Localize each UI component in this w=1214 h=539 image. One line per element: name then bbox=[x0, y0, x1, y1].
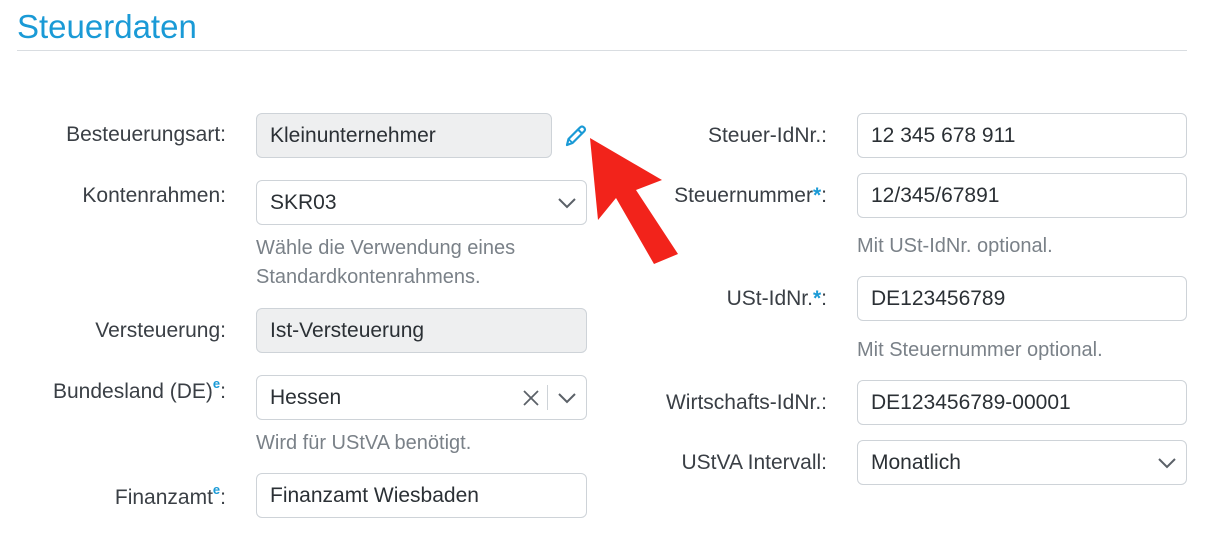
steuernummer-hint: Mit USt-IdNr. optional. bbox=[857, 235, 1053, 257]
ust-idnr-input[interactable]: DE123456789 bbox=[857, 276, 1187, 321]
label-kontenrahmen: Kontenrahmen: bbox=[82, 184, 226, 207]
label-wirtschafts-idnr: Wirtschafts-IdNr.: bbox=[665, 391, 827, 414]
ust-idnr-hint: Mit Steuernummer optional. bbox=[857, 339, 1103, 361]
label-colon: : bbox=[821, 287, 827, 310]
label-colon: : bbox=[220, 486, 226, 509]
wirtschafts-idnr-input[interactable]: DE123456789-00001 bbox=[857, 380, 1187, 425]
label-versteuerung: Versteuerung: bbox=[95, 319, 226, 342]
bundesland-hint: Wird für UStVA benötigt. bbox=[256, 432, 472, 454]
kontenrahmen-select[interactable]: SKR03 bbox=[256, 180, 587, 225]
label-bundesland-text: Bundesland (DE) bbox=[53, 380, 213, 403]
ustva-intervall-select[interactable]: Monatlich bbox=[857, 440, 1187, 485]
kontenrahmen-value: SKR03 bbox=[270, 191, 337, 214]
elster-marker: e bbox=[212, 482, 221, 497]
title-divider bbox=[17, 50, 1187, 51]
red-arrow-annotation bbox=[590, 138, 690, 268]
label-ustva-intervall: UStVA Intervall: bbox=[681, 451, 827, 474]
elster-marker: e bbox=[212, 376, 221, 391]
required-marker: * bbox=[812, 287, 822, 310]
chevron-down-icon[interactable] bbox=[1158, 441, 1176, 484]
label-colon: : bbox=[220, 380, 226, 403]
chevron-down-icon[interactable] bbox=[558, 181, 576, 224]
versteuerung-field: Ist-Versteuerung bbox=[256, 308, 587, 353]
label-steuernummer: Steuernummer*: bbox=[674, 184, 827, 208]
label-finanzamt-text: Finanzamt bbox=[114, 486, 213, 509]
label-colon: : bbox=[821, 184, 827, 207]
kontenrahmen-hint-line1: Wähle die Verwendung eines bbox=[256, 237, 516, 259]
section-title: Steuerdaten bbox=[17, 8, 197, 45]
label-steuernummer-text: Steuernummer bbox=[674, 184, 813, 207]
ustva-intervall-value: Monatlich bbox=[871, 451, 961, 474]
label-bundesland: Bundesland (DE)e: bbox=[53, 376, 226, 404]
label-ust-idnr-text: USt-IdNr. bbox=[726, 287, 813, 310]
bundesland-select[interactable]: Hessen bbox=[256, 375, 587, 420]
steuer-idnr-input[interactable]: 12 345 678 911 bbox=[857, 113, 1187, 158]
steuernummer-input[interactable]: 12/345/67891 bbox=[857, 173, 1187, 218]
besteuerungsart-field: Kleinunternehmer bbox=[256, 113, 552, 158]
label-steuer-idnr: Steuer-IdNr.: bbox=[707, 124, 827, 147]
select-separator bbox=[547, 385, 548, 410]
finanzamt-input[interactable]: Finanzamt Wiesbaden bbox=[256, 473, 587, 518]
label-besteuerungsart: Besteuerungsart: bbox=[66, 123, 226, 146]
label-ust-idnr: USt-IdNr.*: bbox=[727, 287, 827, 311]
label-finanzamt: Finanzamte: bbox=[114, 482, 226, 510]
chevron-down-icon[interactable] bbox=[558, 376, 576, 419]
pencil-icon[interactable] bbox=[562, 122, 588, 150]
required-marker: * bbox=[812, 184, 822, 207]
clear-icon[interactable] bbox=[521, 376, 541, 419]
bundesland-value: Hessen bbox=[270, 386, 342, 409]
kontenrahmen-hint-line2: Standardkontenrahmens. bbox=[256, 266, 481, 288]
